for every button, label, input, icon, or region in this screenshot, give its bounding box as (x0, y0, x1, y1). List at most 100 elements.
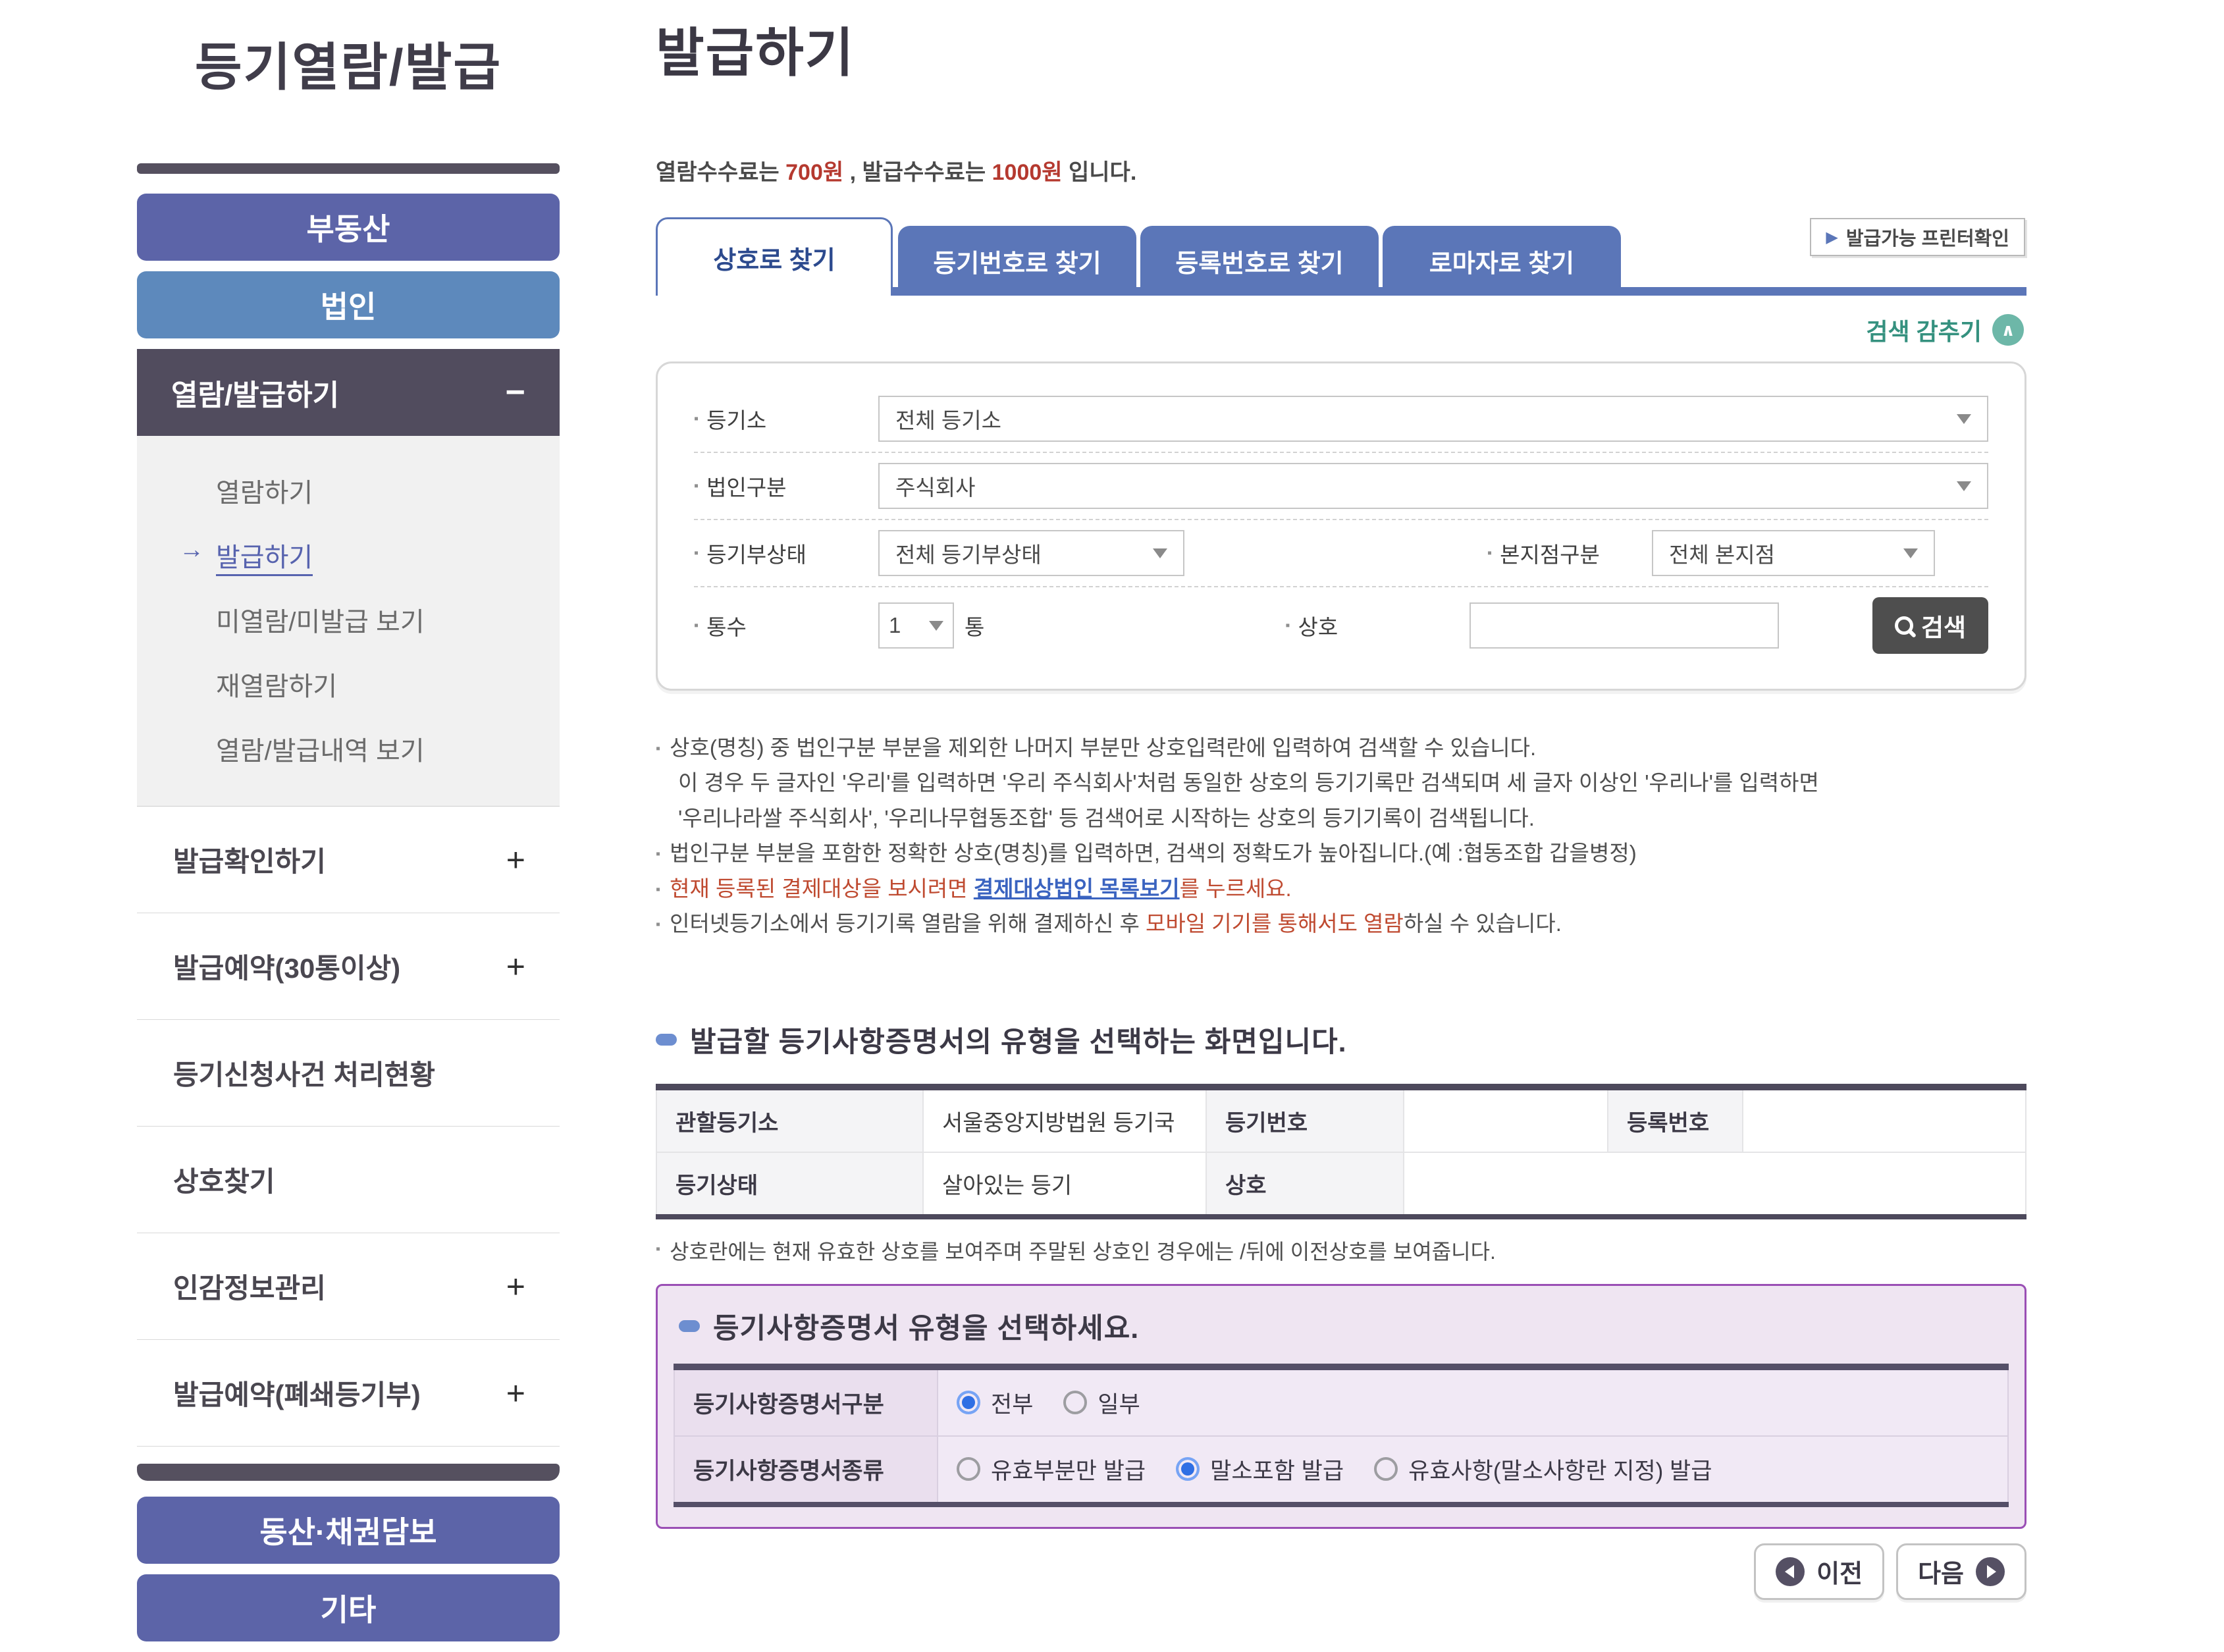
sidebar-category-collateral[interactable]: 동산·채권담보 (137, 1497, 560, 1564)
radio-unchecked-icon[interactable] (957, 1457, 980, 1481)
bullet-icon: ▪ (1487, 546, 1492, 561)
next-button[interactable]: 다음 (1896, 1543, 2026, 1600)
branch-type-select[interactable]: 전체 본지점 (1652, 530, 1935, 576)
printer-check-button[interactable]: ▶ 발급가능 프린터확인 (1810, 218, 2025, 256)
bullet-icon: ▪ (694, 412, 699, 427)
note-line: ▪ 상호(명칭) 중 법인구분 부분을 제외한 나머지 부분만 상호입력란에 입… (656, 730, 2026, 765)
sidebar-category-real-estate[interactable]: 부동산 (137, 194, 560, 261)
registry-office-cell: 서울중앙지방법원 등기국 (923, 1087, 1206, 1152)
bullet-icon: ▪ (1285, 618, 1290, 633)
chevron-down-icon (1903, 548, 1918, 558)
company-header: 상호 (1206, 1152, 1404, 1217)
radio-option-valid-designated[interactable]: 유효사항(말소사항란 지정) 발급 (1374, 1452, 1712, 1486)
sidebar-item-issue-reserve-30[interactable]: 발급예약(30통이상) + (137, 913, 560, 1020)
radio-unchecked-icon[interactable] (1374, 1457, 1398, 1481)
company-name-label: ▪ 상호 (1285, 610, 1469, 641)
radio-unchecked-icon[interactable] (1063, 1391, 1087, 1414)
cert-info-table: 관할등기소 서울중앙지방법원 등기국 등기번호 등록번호 등기상태 살아있는 등… (656, 1084, 2026, 1219)
prev-button[interactable]: 이전 (1754, 1543, 1884, 1600)
cert-category-options: 전부 일부 (938, 1367, 2008, 1436)
note-line-mobile: ▪ 인터넷등기소에서 등기기록 열람을 위해 결제하신 후 모바일 기기를 통해… (656, 906, 2026, 941)
plus-icon: + (506, 1267, 525, 1306)
registry-office-select[interactable]: 전체 등기소 (878, 396, 1988, 442)
registry-number-cell (1404, 1087, 1608, 1152)
page-title: 발급하기 (656, 11, 2026, 87)
registry-number-header: 등기번호 (1206, 1087, 1404, 1152)
sidebar-item-reread[interactable]: 재열람하기 (137, 652, 560, 716)
sidebar-submenu: 열람하기 → 발급하기 미열람/미발급 보기 재열람하기 열람/발급내역 보기 (137, 436, 560, 807)
payment-list-link[interactable]: 결제대상법인 목록보기 (974, 876, 1180, 901)
plus-icon: + (506, 841, 525, 879)
sidebar-section-label: 열람/발급하기 (171, 371, 339, 413)
radio-checked-icon[interactable] (1176, 1457, 1200, 1481)
sidebar-category-label: 법인 (321, 283, 377, 327)
radio-option-all[interactable]: 전부 (957, 1386, 1033, 1420)
cert-info-section-title: 발급할 등기사항증명서의 유형을 선택하는 화면입니다. (656, 1019, 2026, 1060)
chevron-down-icon (929, 621, 943, 631)
note-line-payment: ▪ 현재 등록된 결제대상을 보시려면 결제대상법인 목록보기를 누르세요. (656, 871, 2026, 906)
copies-unit: 통 (965, 610, 984, 641)
bullet-icon: ▪ (694, 479, 699, 494)
search-tabs: 상호로 찾기 등기번호로 찾기 등록번호로 찾기 로마자로 찾기 ▶ 발급가능 … (656, 217, 2026, 296)
issue-fee-value: 1000원 (992, 160, 1063, 185)
table-row: 등기상태 살아있는 등기 상호 (656, 1152, 2026, 1217)
corporation-type-label: ▪ 법인구분 (694, 470, 878, 502)
arrow-right-circle-icon (1976, 1557, 2005, 1586)
form-row-corporation-type: ▪ 법인구분 주식회사 (694, 453, 1988, 520)
sidebar-item-case-status[interactable]: 등기신청사건 처리현황 (137, 1020, 560, 1127)
fee-notice: 열람수수료는 700원 , 발급수수료는 1000원 입니다. (656, 154, 2026, 186)
tab-search-by-name[interactable]: 상호로 찾기 (656, 217, 893, 296)
search-hide-toggle[interactable]: 검색 감추기 ∧ (658, 313, 2024, 347)
sidebar-item-view[interactable]: 열람하기 (137, 458, 560, 523)
copies-label: ▪ 통수 (694, 610, 878, 641)
table-row: 등기사항증명서종류 유효부분만 발급 말소포함 발급 유 (674, 1436, 2008, 1505)
view-fee-value: 700원 (785, 160, 843, 185)
registration-number-header: 등록번호 (1608, 1087, 1743, 1152)
sidebar-category-etc[interactable]: 기타 (137, 1574, 560, 1641)
sidebar-item-issue-reserve-closed[interactable]: 발급예약(폐쇄등기부) + (137, 1340, 560, 1447)
main-content: 발급하기 열람수수료는 700원 , 발급수수료는 1000원 입니다. 상호로… (656, 11, 2026, 1600)
tab-search-by-roman[interactable]: 로마자로 찾기 (1383, 226, 1621, 296)
sidebar-item-history[interactable]: 열람/발급내역 보기 (137, 716, 560, 781)
arrow-right-icon: → (179, 536, 204, 564)
sidebar-top-divider (137, 163, 560, 174)
chevron-down-icon (1153, 548, 1167, 558)
sidebar-section-view-issue[interactable]: 열람/발급하기 − (137, 349, 560, 436)
bullet-icon: ▪ (694, 618, 699, 633)
sidebar-category-label: 동산·채권담보 (259, 1508, 437, 1552)
registry-office-label: ▪ 등기소 (694, 403, 878, 435)
bullet-icon: ▪ (656, 1242, 660, 1257)
footer-navigation: 이전 다음 (656, 1543, 2026, 1600)
plus-icon: + (506, 1374, 525, 1412)
radio-checked-icon[interactable] (957, 1391, 980, 1414)
tab-search-by-registry-number[interactable]: 등기번호로 찾기 (898, 226, 1136, 296)
bullet-icon: ▪ (656, 738, 660, 759)
copies-select[interactable]: 1 (878, 602, 954, 649)
arrow-left-circle-icon (1776, 1557, 1805, 1586)
sidebar: 등기열람/발급 부동산 법인 열람/발급하기 − 열람하기 → 발급하기 미열람… (137, 11, 560, 1652)
corporation-type-select[interactable]: 주식회사 (878, 463, 1988, 509)
chevron-down-icon (1957, 414, 1971, 424)
plus-icon: + (506, 947, 525, 986)
search-notes: ▪ 상호(명칭) 중 법인구분 부분을 제외한 나머지 부분만 상호입력란에 입… (656, 730, 2026, 942)
sidebar-item-unviewed[interactable]: 미열람/미발급 보기 (137, 587, 560, 652)
sidebar-item-seal-info[interactable]: 인감정보관리 + (137, 1233, 560, 1340)
registry-state-header: 등기상태 (656, 1152, 923, 1217)
cert-type-table: 등기사항증명서구분 전부 일부 등기사항증명서종류 (674, 1364, 2009, 1507)
tab-search-by-registration-number[interactable]: 등록번호로 찾기 (1140, 226, 1379, 296)
radio-option-valid-only[interactable]: 유효부분만 발급 (957, 1452, 1146, 1486)
search-button[interactable]: 검색 (1872, 597, 1988, 654)
search-form: ▪ 등기소 전체 등기소 ▪ 법인구분 주식회사 ▪ 등기부상태 (656, 361, 2026, 691)
sidebar-item-issue-check[interactable]: 발급확인하기 + (137, 807, 560, 913)
bullet-icon: ▪ (656, 843, 660, 865)
radio-option-include-cancelled[interactable]: 말소포함 발급 (1176, 1452, 1344, 1486)
sidebar-item-name-search[interactable]: 상호찾기 (137, 1127, 560, 1233)
note-line: ▪ 법인구분 부분을 포함한 정확한 상호(명칭)를 입력하면, 검색의 정확도… (656, 836, 2026, 870)
sidebar-item-issue[interactable]: → 발급하기 (137, 523, 560, 587)
sidebar-category-corporation[interactable]: 법인 (137, 271, 560, 338)
table-caption: ▪ 상호란에는 현재 유효한 상호를 보여주며 주말된 상호인 경우에는 /뒤에… (656, 1235, 2026, 1266)
registry-state-cell: 살아있는 등기 (923, 1152, 1206, 1217)
registry-status-select[interactable]: 전체 등기부상태 (878, 530, 1184, 576)
radio-option-partial[interactable]: 일부 (1063, 1386, 1140, 1420)
company-name-input[interactable] (1469, 602, 1779, 649)
